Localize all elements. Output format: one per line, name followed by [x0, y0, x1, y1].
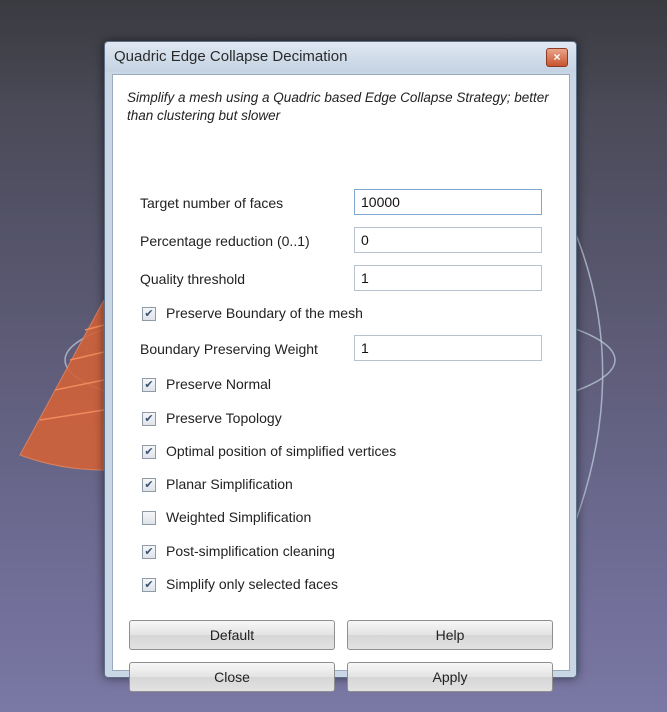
checkbox-box[interactable]: ✔	[142, 307, 156, 321]
boundary-weight-label: Boundary Preserving Weight	[140, 341, 318, 357]
help-button[interactable]: Help	[347, 620, 553, 650]
checkbox-box[interactable]: ✔	[142, 478, 156, 492]
dialog-content: Simplify a mesh using a Quadric based Ed…	[112, 74, 570, 692]
target-faces-input[interactable]	[354, 189, 542, 215]
quality-threshold-label: Quality threshold	[140, 271, 246, 287]
close-button[interactable]: Close	[129, 662, 335, 692]
dialog-titlebar[interactable]: Quadric Edge Collapse Decimation ×	[105, 42, 576, 72]
target-faces-label: Target number of faces	[140, 195, 284, 211]
checkbox-box[interactable]: ✔	[142, 378, 156, 392]
checkbox-label: Optimal position of simplified vertices	[166, 443, 397, 459]
checkbox-label: Preserve Normal	[166, 376, 272, 392]
checkbox-label: Preserve Boundary of the mesh	[166, 305, 363, 321]
checkbox-label: Simplify only selected faces	[166, 576, 338, 592]
checkbox-label: Preserve Topology	[166, 410, 282, 426]
percentage-reduction-label: Percentage reduction (0..1)	[140, 233, 310, 249]
default-button[interactable]: Default	[129, 620, 335, 650]
checkbox-label: Post-simplification cleaning	[166, 543, 335, 559]
filter-description: Simplify a mesh using a Quadric based Ed…	[127, 90, 549, 123]
checkbox-box[interactable]: ✔	[142, 578, 156, 592]
checkbox-label: Weighted Simplification	[166, 509, 312, 525]
dialog-window: Quadric Edge Collapse Decimation × Simpl…	[104, 41, 577, 692]
apply-button[interactable]: Apply	[347, 662, 553, 692]
checkbox-box[interactable]: ✔	[142, 445, 156, 459]
checkbox-box[interactable]: ✔	[142, 412, 156, 426]
checkbox-box[interactable]: ✔	[142, 545, 156, 559]
close-icon[interactable]: ×	[546, 48, 568, 67]
dialog-title: Quadric Edge Collapse Decimation	[114, 48, 348, 65]
percentage-reduction-input[interactable]	[354, 227, 542, 253]
mesh-cone	[19, 299, 105, 471]
quality-threshold-input[interactable]	[354, 265, 542, 291]
boundary-weight-input[interactable]	[354, 335, 542, 361]
checkbox-label: Planar Simplification	[166, 476, 293, 492]
checkbox-box[interactable]	[142, 511, 156, 525]
